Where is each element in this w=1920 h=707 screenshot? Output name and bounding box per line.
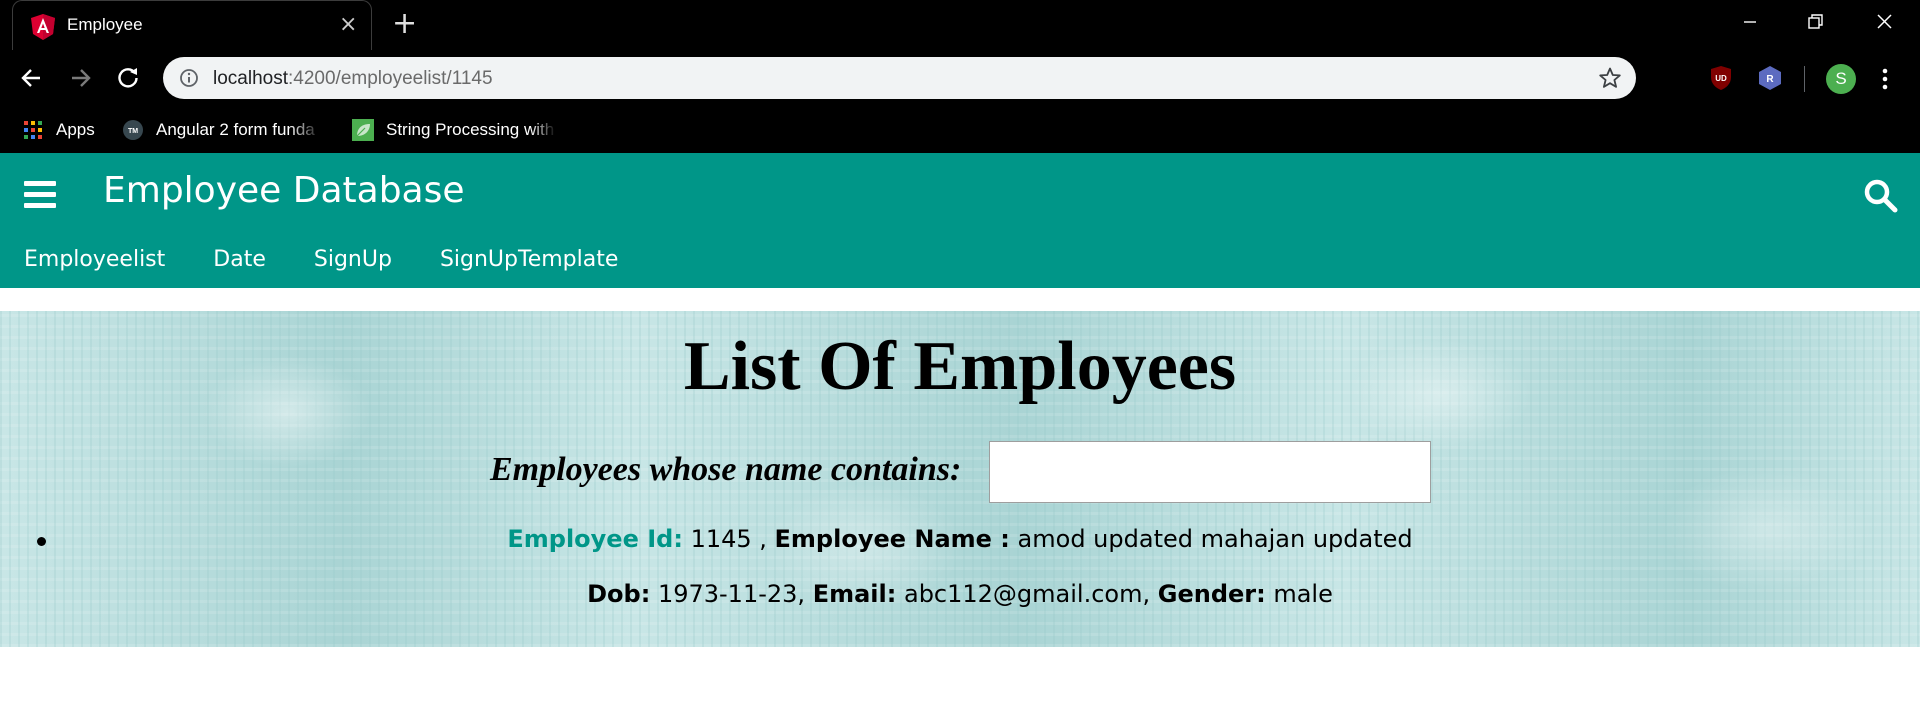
bookmark-star-icon[interactable] — [1598, 66, 1622, 90]
site-info-icon[interactable] — [179, 68, 199, 88]
page-title: List Of Employees — [683, 328, 1237, 405]
r-badge-text: R — [1766, 74, 1774, 85]
employee-list-panel: List Of Employees Employees whose name c… — [0, 311, 1920, 647]
bookmark-apps[interactable]: Apps — [22, 106, 95, 153]
profile-avatar[interactable]: S — [1826, 64, 1856, 94]
employee-id-label: Employee Id: — [507, 525, 683, 553]
gender-value: male — [1273, 580, 1333, 608]
tab-title: Employee — [67, 15, 143, 34]
app-nav: Employeelist Date SignUp SignUpTemplate — [24, 247, 666, 272]
tm-badge-text: TM — [128, 128, 138, 135]
bookmark-label: String Processing with — [386, 119, 555, 139]
email-value: abc112@gmail.com — [903, 580, 1143, 608]
bookmark-label: Angular 2 form funda — [156, 119, 315, 139]
nav-employeelist[interactable]: Employeelist — [24, 247, 165, 272]
toolbar-divider — [1804, 66, 1805, 92]
employee-id-value: 1145 — [690, 525, 752, 553]
forward-arrow-icon[interactable] — [66, 64, 94, 92]
nav-date[interactable]: Date — [213, 247, 266, 272]
url-text[interactable]: localhost:4200/employeelist/1145 — [213, 68, 493, 90]
url-host: localhost — [213, 68, 288, 89]
angular-logo-icon — [31, 14, 55, 40]
new-tab-button[interactable]: + — [392, 8, 417, 40]
r-extension-icon[interactable]: R — [1757, 65, 1783, 91]
tm-badge-icon: TM — [123, 119, 143, 140]
ublock-badge-text: UD — [1715, 74, 1727, 83]
employee-name-label: Employee Name : — [774, 525, 1010, 553]
browser-toolbar: localhost:4200/employeelist/1145 UD R S — [0, 50, 1920, 106]
hamburger-menu-icon[interactable] — [24, 181, 56, 209]
employee-summary-line: Employee Id: 1145 , Employee Name : amod… — [507, 525, 1413, 553]
restore-icon[interactable] — [1795, 10, 1835, 34]
dob-value: 1973-11-23 — [657, 580, 798, 608]
gender-label: Gender: — [1157, 580, 1266, 608]
dob-label: Dob: — [587, 580, 651, 608]
browser-tab[interactable]: Employee × — [12, 0, 372, 50]
app-header: Employee Database Employeelist Date Sign… — [0, 153, 1920, 288]
bookmark-label: Apps — [56, 119, 95, 139]
back-arrow-icon[interactable] — [18, 64, 46, 92]
ublock-extension-icon[interactable]: UD — [1709, 65, 1733, 91]
browser-tabstrip: Employee × + — [0, 0, 1920, 50]
nav-signup[interactable]: SignUp — [314, 247, 392, 272]
app-title: Employee Database — [103, 170, 465, 211]
minimize-icon[interactable] — [1730, 10, 1770, 34]
name-filter-input[interactable] — [989, 441, 1431, 503]
leaf-icon — [352, 118, 374, 141]
employee-name-value: amod updated mahajan updated — [1017, 525, 1413, 553]
filter-label: Employees whose name contains: — [490, 451, 962, 488]
url-path: :4200/employeelist/1145 — [288, 68, 493, 89]
close-window-icon[interactable] — [1864, 10, 1904, 34]
email-label: Email: — [812, 580, 897, 608]
browser-menu-icon[interactable] — [1880, 64, 1890, 94]
tab-close-icon[interactable]: × — [339, 14, 357, 36]
search-icon[interactable] — [1862, 177, 1898, 213]
bookmarks-bar: Apps TM Angular 2 form funda String Proc… — [0, 106, 1920, 153]
nav-signup-template[interactable]: SignUpTemplate — [440, 247, 618, 272]
bookmark-string-processing[interactable]: String Processing with — [352, 106, 556, 153]
address-bar[interactable]: localhost:4200/employeelist/1145 — [163, 57, 1636, 99]
apps-grid-icon — [24, 120, 42, 139]
bookmark-angular-form[interactable]: TM Angular 2 form funda — [122, 106, 322, 153]
reload-icon[interactable] — [114, 64, 142, 92]
employee-details-line: Dob: 1973-11-23, Email: abc112@gmail.com… — [587, 580, 1333, 608]
